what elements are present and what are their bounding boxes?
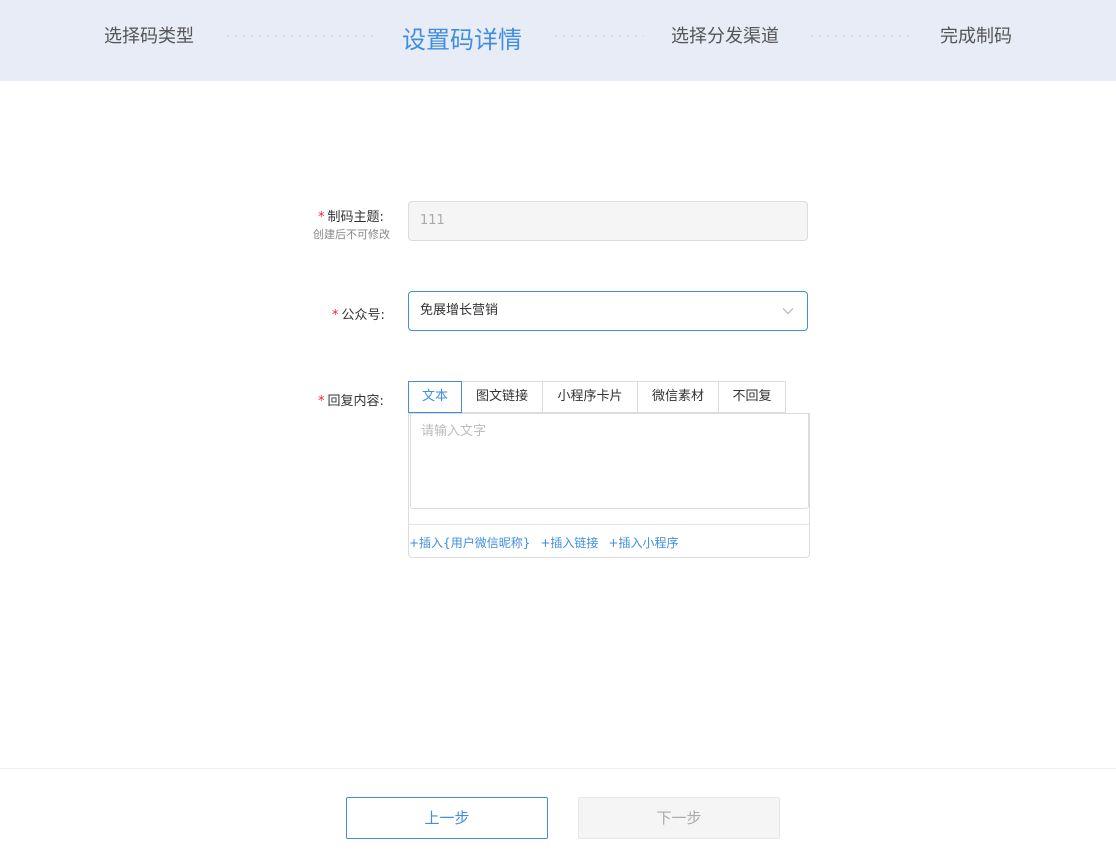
reply-label: * 回复内容: — [318, 394, 384, 409]
previous-step-button[interactable]: 上一步 — [346, 797, 548, 839]
step-progress-bar: 选择码类型 设置码详情 选择分发渠道 完成制码 — [0, 0, 1116, 81]
topic-hint: 创建后不可修改 — [313, 228, 390, 241]
topic-input: 111 — [408, 201, 808, 241]
chevron-down-icon — [782, 308, 794, 315]
reply-textarea[interactable]: 请输入文字 — [410, 414, 809, 509]
account-select-value: 免展增长营销 — [420, 303, 499, 318]
insert-nickname-link[interactable]: +插入{用户微信昵称} — [409, 536, 530, 550]
tab-no-reply[interactable]: 不回复 — [719, 381, 786, 413]
reply-type-tabs: 文本 图文链接 小程序卡片 微信素材 不回复 — [408, 381, 786, 413]
editor-divider — [409, 524, 809, 525]
next-step-button[interactable]: 下一步 — [578, 797, 780, 839]
step-choose-code-type: 选择码类型 — [104, 26, 194, 47]
footer-divider — [0, 768, 1116, 769]
insert-links: +插入{用户微信昵称} +插入链接 +插入小程序 — [409, 534, 688, 551]
step-finish: 完成制码 — [940, 26, 1012, 47]
tab-article-link[interactable]: 图文链接 — [462, 381, 543, 413]
required-mark: * — [318, 210, 325, 225]
step-choose-channel: 选择分发渠道 — [671, 26, 779, 47]
tab-wechat-material[interactable]: 微信素材 — [638, 381, 719, 413]
tab-mini-program-card[interactable]: 小程序卡片 — [543, 381, 638, 413]
tab-text[interactable]: 文本 — [408, 381, 462, 413]
required-mark: * — [318, 394, 325, 409]
step-connector — [224, 35, 374, 37]
reply-editor: 请输入文字 +插入{用户微信昵称} +插入链接 +插入小程序 — [408, 413, 810, 558]
step-set-code-details: 设置码详情 — [402, 26, 522, 54]
step-connector — [552, 35, 644, 37]
account-select[interactable]: 免展增长营销 — [408, 291, 808, 331]
insert-mini-program-link[interactable]: +插入小程序 — [608, 536, 678, 550]
required-mark: * — [332, 308, 339, 323]
step-connector — [808, 35, 912, 37]
topic-label: * 制码主题: — [318, 210, 384, 225]
insert-link-link[interactable]: +插入链接 — [540, 536, 598, 550]
account-label: * 公众号: — [332, 308, 385, 323]
